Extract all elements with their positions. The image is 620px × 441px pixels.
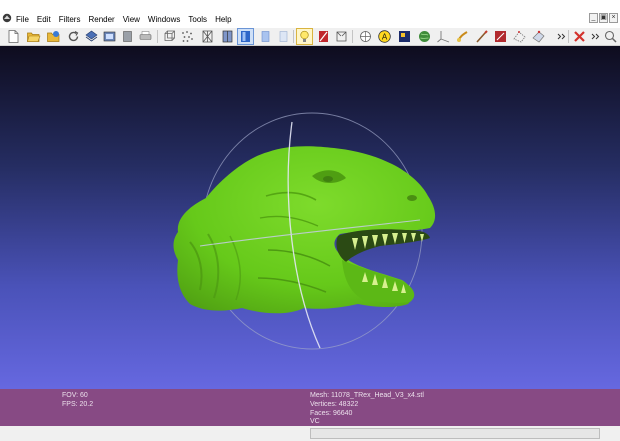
fov-label: FOV: 60 [62, 392, 88, 399]
snapshot-icon[interactable] [102, 29, 117, 44]
axes-icon[interactable] [436, 29, 451, 44]
menu-tools[interactable]: Tools [185, 14, 212, 26]
menu-bar: File Edit Filters Render View Windows To… [0, 0, 620, 28]
texture-icon[interactable] [276, 29, 291, 44]
print-icon[interactable] [138, 29, 153, 44]
menu-view[interactable]: View [120, 14, 145, 26]
flat-icon[interactable] [237, 28, 254, 45]
menu-render[interactable]: Render [85, 14, 119, 26]
open-folder-icon[interactable] [26, 29, 41, 44]
trex-head-mesh [173, 146, 436, 314]
minimize-button[interactable]: _ [589, 13, 598, 23]
menu-windows[interactable]: Windows [145, 14, 185, 26]
color-icon[interactable] [316, 29, 331, 44]
vertex-color-label: VC [310, 418, 320, 425]
restore-button[interactable]: ▣ [599, 13, 608, 23]
toolbar: A [0, 28, 620, 46]
3d-viewport[interactable] [0, 46, 620, 389]
mesh-name-label: Mesh: 11078_TRex_Head_V3_x4.stl [310, 392, 424, 399]
menu-filters[interactable]: Filters [56, 14, 86, 26]
annotation-icon[interactable]: A [377, 29, 392, 44]
delete-icon[interactable] [572, 29, 587, 44]
layer-icon[interactable] [120, 29, 135, 44]
smooth-icon[interactable] [258, 29, 273, 44]
progress-bar [310, 428, 600, 439]
fps-label: FPS: 20.2 [62, 401, 94, 408]
select-faces-icon[interactable] [512, 29, 527, 44]
flat-lines-icon[interactable] [220, 29, 235, 44]
raster-icon[interactable] [397, 29, 412, 44]
menu-edit[interactable]: Edit [34, 14, 56, 26]
overflow-chevron-icon[interactable] [588, 29, 603, 44]
trackball-icon[interactable] [334, 29, 349, 44]
bounding-box-icon[interactable] [162, 29, 177, 44]
toolbar-separator [293, 30, 294, 43]
svg-text:A: A [382, 33, 388, 42]
export-mesh-icon[interactable] [84, 29, 99, 44]
overflow-chevron-icon[interactable] [554, 29, 569, 44]
toolbar-separator [157, 30, 158, 43]
toolbar-separator [352, 30, 353, 43]
brush-icon[interactable] [474, 29, 489, 44]
light-icon[interactable] [296, 28, 313, 45]
info-panel: FOV: 60 FPS: 20.2 Mesh: 11078_TRex_Head_… [0, 389, 620, 426]
menu-help[interactable]: Help [212, 14, 236, 26]
zoom-icon[interactable] [603, 29, 618, 44]
wireframe-icon[interactable] [200, 29, 215, 44]
select-vertices-icon[interactable] [531, 29, 546, 44]
mesh-render [173, 112, 436, 350]
globe-icon[interactable] [417, 29, 432, 44]
reload-icon[interactable] [66, 29, 81, 44]
new-file-icon[interactable] [6, 29, 21, 44]
measure-icon[interactable] [493, 29, 508, 44]
vertices-label: Vertices: 48322 [310, 401, 359, 408]
menu-file[interactable]: File [13, 14, 34, 26]
status-bar [0, 426, 620, 441]
target-icon[interactable] [358, 29, 373, 44]
paint-icon[interactable] [455, 29, 470, 44]
meshlab-logo-icon [2, 13, 12, 23]
import-mesh-icon[interactable] [46, 29, 61, 44]
points-icon[interactable] [180, 29, 195, 44]
faces-label: Faces: 96640 [310, 410, 353, 417]
toolbar-separator [568, 30, 569, 43]
close-button[interactable]: × [609, 13, 618, 23]
